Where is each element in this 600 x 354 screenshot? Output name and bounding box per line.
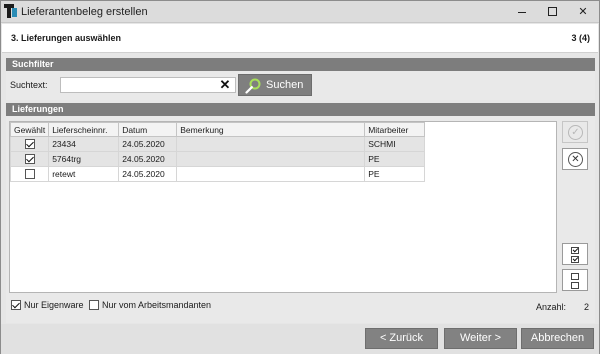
empty-box-icon: [571, 282, 579, 289]
delivery-number-cell: 23434: [48, 136, 120, 152]
cancel-button[interactable]: Abbrechen: [521, 328, 594, 349]
column-header-selected[interactable]: Gewählt: [9, 122, 50, 137]
work-client-checkbox[interactable]: [89, 300, 99, 310]
next-button[interactable]: Weiter >: [444, 328, 517, 349]
search-section-header: Suchfilter: [6, 58, 595, 71]
x-circle-icon: ✕: [568, 152, 583, 167]
table-row[interactable]: retewt 24.05.2020 PE: [9, 166, 426, 182]
maximize-icon: [548, 7, 557, 16]
maximize-button[interactable]: [538, 1, 568, 23]
remark-cell: [176, 136, 366, 152]
minimize-icon: [518, 12, 526, 13]
back-button[interactable]: < Zurück: [365, 328, 438, 349]
date-cell: 24.05.2020: [118, 136, 178, 152]
own-goods-checkbox[interactable]: [11, 300, 21, 310]
row-checkbox[interactable]: [24, 139, 35, 150]
search-label: Suchtext:: [10, 80, 48, 90]
row-checkbox[interactable]: [24, 169, 35, 180]
confirm-selection-button[interactable]: ✓: [562, 121, 588, 143]
deliveries-section-header: Lieferungen: [6, 103, 595, 116]
row-checkbox[interactable]: [24, 154, 35, 165]
remove-selection-button[interactable]: ✕: [562, 148, 588, 170]
search-panel: Suchtext: ✕ Suchen: [6, 71, 595, 100]
app-logo-icon: [4, 4, 18, 18]
close-button[interactable]: ✕: [568, 1, 598, 23]
footer-bar: < Zurück Weiter > Abbrechen: [1, 324, 599, 354]
column-header-remark[interactable]: Bemerkung: [176, 122, 366, 137]
title-bar[interactable]: Lieferantenbeleg erstellen ✕: [1, 1, 599, 23]
close-icon: ✕: [578, 6, 588, 18]
own-goods-option[interactable]: Nur Eigenware: [11, 300, 84, 310]
empty-box-icon: [571, 273, 579, 280]
wizard-step-header: 3. Lieferungen auswählen 3 (4): [2, 24, 598, 53]
employee-cell: PE: [364, 166, 426, 182]
date-cell: 24.05.2020: [118, 166, 178, 182]
remark-cell: [176, 151, 366, 167]
column-header-date[interactable]: Datum: [118, 122, 178, 137]
count-value: 2: [584, 302, 590, 312]
count-label: Anzahl:: [536, 302, 567, 312]
clear-search-icon[interactable]: ✕: [218, 78, 232, 92]
table-header-row: Gewählt Lieferscheinnr. Datum Bemerkung …: [9, 122, 426, 137]
own-goods-label: Nur Eigenware: [24, 300, 84, 310]
check-circle-icon: ✓: [568, 125, 583, 140]
checked-box-icon: [571, 247, 579, 254]
row-checkbox-cell[interactable]: [9, 166, 50, 182]
table-row[interactable]: 23434 24.05.2020 SCHMI: [9, 136, 426, 152]
remark-cell: [176, 166, 366, 182]
search-button[interactable]: Suchen: [238, 74, 312, 96]
work-client-label: Nur vom Arbeitsmandanten: [102, 300, 212, 310]
step-counter: 3 (4): [571, 33, 590, 43]
search-button-label: Suchen: [266, 79, 304, 91]
delivery-number-cell: retewt: [48, 166, 120, 182]
window-title: Lieferantenbeleg erstellen: [21, 6, 148, 18]
deliveries-table: Gewählt Lieferscheinnr. Datum Bemerkung …: [9, 121, 557, 293]
deselect-all-button[interactable]: [562, 269, 588, 291]
minimize-button[interactable]: [507, 1, 537, 23]
step-title: 3. Lieferungen auswählen: [11, 33, 122, 43]
select-all-button[interactable]: [562, 243, 588, 265]
column-header-employee[interactable]: Mitarbeiter: [364, 122, 426, 137]
dialog-window: Lieferantenbeleg erstellen ✕ 3. Lieferun…: [0, 0, 600, 354]
search-icon: [245, 78, 261, 94]
deliveries-panel: Gewählt Lieferscheinnr. Datum Bemerkung …: [6, 116, 595, 323]
row-checkbox-cell[interactable]: [9, 136, 50, 152]
employee-cell: PE: [364, 151, 426, 167]
delivery-number-cell: 5764trg: [48, 151, 120, 167]
checked-box-icon: [571, 256, 579, 263]
date-cell: 24.05.2020: [118, 151, 178, 167]
table-row[interactable]: 5764trg 24.05.2020 PE: [9, 151, 426, 167]
row-checkbox-cell[interactable]: [9, 151, 50, 167]
search-input[interactable]: [60, 77, 236, 93]
employee-cell: SCHMI: [364, 136, 426, 152]
work-client-option[interactable]: Nur vom Arbeitsmandanten: [89, 300, 211, 310]
column-header-delivery-number[interactable]: Lieferscheinnr.: [48, 122, 120, 137]
